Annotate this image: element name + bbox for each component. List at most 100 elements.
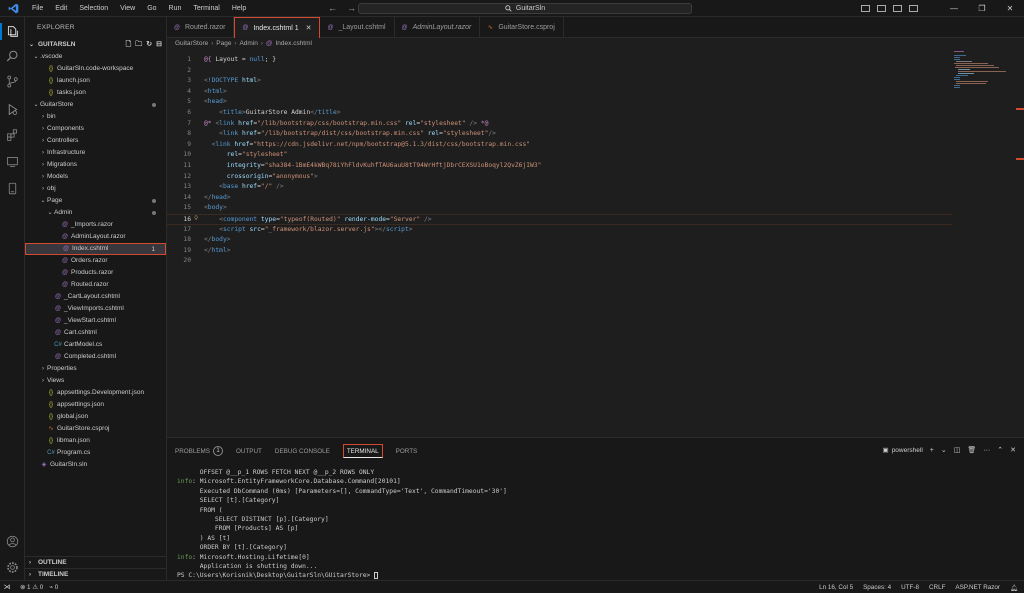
- panel-tab-ports[interactable]: PORTS: [396, 444, 418, 458]
- menu-item-selection[interactable]: Selection: [73, 0, 114, 17]
- tree-item[interactable]: @ Cart.cshtml: [25, 327, 166, 339]
- forward-arrow-icon[interactable]: →: [347, 3, 356, 13]
- close-icon[interactable]: ✕: [306, 24, 312, 32]
- timeline-section[interactable]: › TIMELINE: [25, 568, 167, 580]
- customize-layout-icon[interactable]: [909, 5, 918, 12]
- remote-indicator-icon[interactable]: ⋊: [0, 581, 14, 593]
- breadcrumb-item[interactable]: GuitarStore: [175, 40, 208, 47]
- menu-item-go[interactable]: Go: [141, 0, 162, 17]
- account-icon[interactable]: [4, 533, 21, 550]
- tree-item[interactable]: › bin: [25, 111, 166, 123]
- restore-button[interactable]: ❐: [968, 0, 996, 17]
- code-editor[interactable]: 1 @{ Layout = null; } 2 3 <!DOCTYPE html> 4 <h…: [167, 49, 952, 437]
- tree-item[interactable]: @ AdminLayout.razor: [25, 231, 166, 243]
- toggle-secondary-sidebar-icon[interactable]: [893, 5, 902, 12]
- terminal-output[interactable]: OFFSET @__p_1 ROWS FETCH NEXT @__p_2 ROW…: [177, 468, 507, 581]
- close-panel-icon[interactable]: ✕: [1010, 446, 1016, 454]
- tree-item[interactable]: ⌄ Page: [25, 195, 166, 207]
- tree-item[interactable]: ⌄ Admin: [25, 207, 166, 219]
- tree-item[interactable]: C# Program.cs: [25, 447, 166, 459]
- tree-item[interactable]: › Migrations: [25, 159, 166, 171]
- tree-item[interactable]: @ Completed.cshtml: [25, 351, 166, 363]
- tree-item[interactable]: @ Products.razor: [25, 267, 166, 279]
- tree-item[interactable]: @ _CartLayout.cshtml: [25, 291, 166, 303]
- tree-item[interactable]: › Components: [25, 123, 166, 135]
- close-window-button[interactable]: ✕: [996, 0, 1024, 17]
- tree-item[interactable]: › Views: [25, 375, 166, 387]
- tree-item[interactable]: @ Routed.razor: [25, 279, 166, 291]
- minimap[interactable]: [952, 49, 1014, 437]
- tree-item[interactable]: › Infrastructure: [25, 147, 166, 159]
- notifications-bell-icon[interactable]: 🔔︎: [1010, 584, 1018, 592]
- tree-item[interactable]: {} appsettings.json: [25, 399, 166, 411]
- collapse-all-icon[interactable]: ⊟: [156, 39, 162, 51]
- breadcrumb-item[interactable]: Admin: [239, 40, 257, 47]
- run-debug-icon[interactable]: [4, 101, 21, 118]
- settings-gear-icon[interactable]: [4, 559, 21, 576]
- outline-section[interactable]: › OUTLINE: [25, 556, 167, 568]
- tab-guitarstore-csproj[interactable]: ∿ GuitarStore.csproj: [480, 17, 564, 38]
- refresh-icon[interactable]: ↻: [146, 39, 152, 51]
- tab-adminlayout-razor[interactable]: @ AdminLayout.razor: [395, 17, 481, 38]
- toggle-sidebar-icon[interactable]: [861, 5, 870, 12]
- tab-index-cshtml[interactable]: @ Index.cshtml 1 ✕: [234, 17, 321, 38]
- problems-status[interactable]: ⊗ 1 ⚠ 0: [20, 584, 43, 591]
- tree-item[interactable]: {} global.json: [25, 411, 166, 423]
- menu-item-view[interactable]: View: [114, 0, 141, 17]
- tree-item[interactable]: @ _Imports.razor: [25, 219, 166, 231]
- extensions-icon[interactable]: [4, 127, 21, 144]
- panel-tab-terminal[interactable]: TERMINAL: [342, 444, 383, 458]
- tree-item[interactable]: @ Index.cshtml 1: [25, 243, 166, 255]
- explorer-icon[interactable]: [0, 23, 21, 40]
- tree-item[interactable]: ⌄ .vscode: [25, 51, 166, 63]
- workspace-header[interactable]: ⌄ GUITARSLN 🗋 🗀 ↻ ⊟: [25, 39, 166, 51]
- remote-explorer-icon[interactable]: [4, 153, 21, 170]
- tree-item[interactable]: @ _ViewImports.cshtml: [25, 303, 166, 315]
- tree-item[interactable]: {} appsettings.Development.json: [25, 387, 166, 399]
- back-arrow-icon[interactable]: ←: [328, 3, 337, 13]
- tree-item[interactable]: ◈ GuitarSln.sln: [25, 459, 166, 471]
- indentation[interactable]: Spaces: 4: [863, 584, 891, 591]
- new-folder-icon[interactable]: 🗀: [135, 39, 142, 51]
- menu-item-run[interactable]: Run: [163, 0, 188, 17]
- minimize-button[interactable]: —: [940, 0, 968, 17]
- tree-item[interactable]: ⌄ GuitarStore: [25, 99, 166, 111]
- trash-icon[interactable]: 🗑: [967, 446, 976, 454]
- toggle-panel-icon[interactable]: [877, 5, 886, 12]
- source-control-icon[interactable]: [4, 73, 21, 90]
- tree-item[interactable]: › Models: [25, 171, 166, 183]
- maximize-panel-icon[interactable]: ⌃: [997, 446, 1003, 454]
- tree-item[interactable]: @ Orders.razor: [25, 255, 166, 267]
- device-icon[interactable]: [4, 180, 21, 197]
- panel-tab-debug-console[interactable]: DEBUG CONSOLE: [275, 444, 330, 458]
- tree-item[interactable]: › Controllers: [25, 135, 166, 147]
- lightbulb-icon[interactable]: 💡︎: [194, 214, 198, 225]
- menu-item-file[interactable]: File: [26, 0, 49, 17]
- more-actions-icon[interactable]: ···: [983, 447, 990, 454]
- cursor-position[interactable]: Ln 16, Col 5: [819, 584, 853, 591]
- ports-status[interactable]: ⌁ 0: [49, 584, 58, 591]
- terminal-shell-selector[interactable]: ▣ powershell: [883, 446, 923, 455]
- menu-item-terminal[interactable]: Terminal: [187, 0, 225, 17]
- search-icon[interactable]: [4, 48, 21, 65]
- tree-item[interactable]: {} launch.json: [25, 75, 166, 87]
- tree-item[interactable]: @ _ViewStart.cshtml: [25, 315, 166, 327]
- tree-item[interactable]: {} libman.json: [25, 435, 166, 447]
- panel-tab-output[interactable]: OUTPUT: [236, 444, 262, 458]
- tree-item[interactable]: › obj: [25, 183, 166, 195]
- breadcrumb-item[interactable]: Page: [216, 40, 231, 47]
- new-file-icon[interactable]: 🗋: [126, 39, 132, 51]
- breadcrumb-item[interactable]: Index.cshtml: [275, 40, 312, 47]
- tree-item[interactable]: C# CartModel.cs: [25, 339, 166, 351]
- end-of-line[interactable]: CRLF: [929, 584, 945, 591]
- command-center-search[interactable]: GuitarSln: [358, 3, 692, 14]
- menu-item-help[interactable]: Help: [226, 0, 252, 17]
- tree-item[interactable]: ∿ GuitarStore.csproj: [25, 423, 166, 435]
- split-terminal-icon[interactable]: ◫: [954, 446, 961, 454]
- tree-item[interactable]: › Properties: [25, 363, 166, 375]
- menu-item-edit[interactable]: Edit: [49, 0, 73, 17]
- tab--layout-cshtml[interactable]: @ _Layout.cshtml: [320, 17, 395, 38]
- panel-tab-problems[interactable]: PROBLEMS 1: [175, 444, 223, 458]
- chevron-down-icon[interactable]: ⌄: [941, 446, 947, 454]
- tree-item[interactable]: {} GuitarSln.code-workspace: [25, 63, 166, 75]
